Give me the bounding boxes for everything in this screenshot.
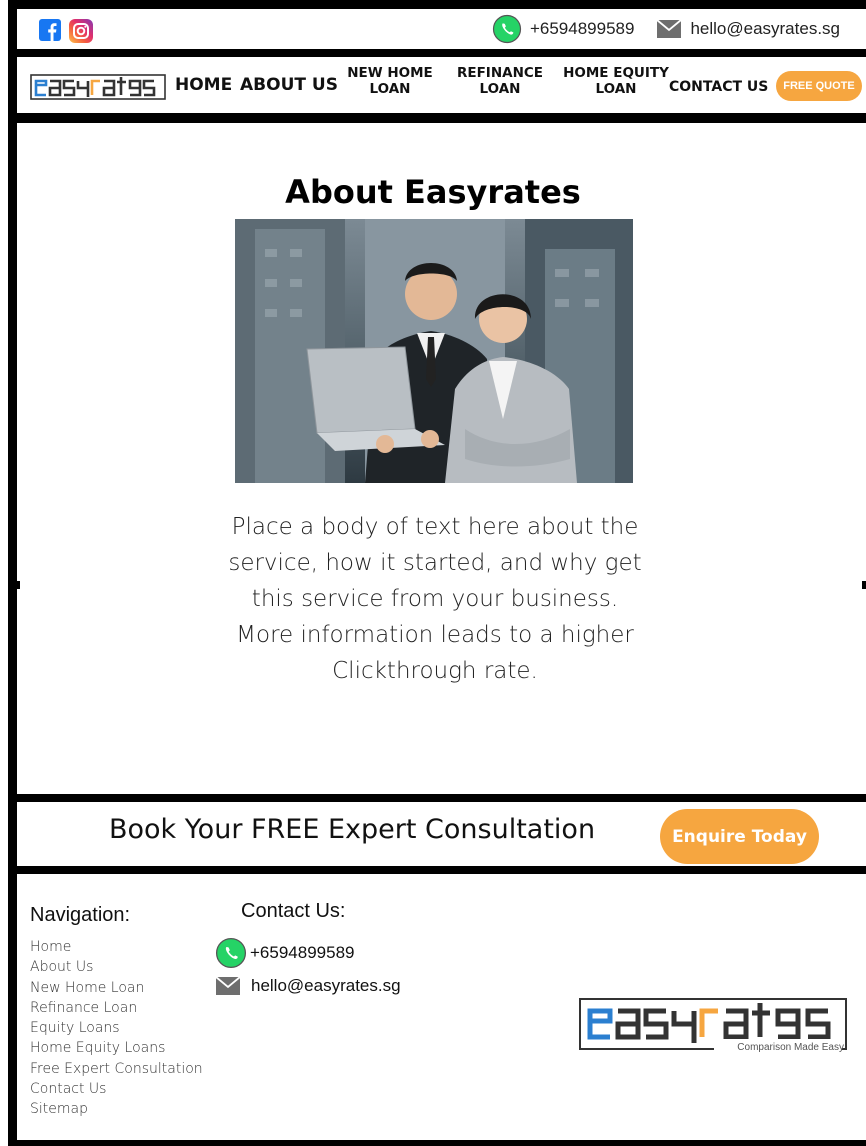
divider [8, 113, 866, 123]
nav-new-home-loan-line1: NEW HOME [347, 65, 433, 81]
footer-link-equity-loans[interactable]: Equity Loans [30, 1018, 203, 1038]
frame-tick [862, 581, 866, 589]
business-people-photo [235, 219, 633, 483]
footer-email-text[interactable]: hello@easyrates.sg [251, 976, 401, 996]
footer-link-contact-us[interactable]: Contact Us [30, 1079, 203, 1099]
easyrates-logo[interactable] [30, 73, 166, 101]
frame-tick [17, 581, 20, 589]
footer-link-sitemap[interactable]: Sitemap [30, 1099, 203, 1119]
whatsapp-icon[interactable] [492, 14, 522, 44]
divider [8, 49, 866, 57]
topbar-email[interactable]: hello@easyrates.sg [690, 19, 840, 39]
social-links [39, 19, 93, 43]
about-body-text: Place a body of text here about the serv… [228, 514, 642, 684]
main-nav: HOME ABOUT US NEW HOME LOAN REFINANCE LO… [17, 57, 866, 113]
page-frame-left [8, 0, 17, 1146]
top-bar: +6594899589 hello@easyrates.sg [17, 9, 866, 49]
page-frame-bottom [8, 1140, 866, 1146]
mail-icon [656, 19, 683, 38]
footer-navigation-title: Navigation: [30, 904, 131, 926]
consultation-text: Book Your FREE Expert Consultation [109, 814, 596, 845]
divider [8, 794, 866, 802]
logo-tagline: Comparison Made Easy [737, 1042, 844, 1053]
footer-email: hello@easyrates.sg [215, 976, 401, 996]
free-quote-button[interactable]: FREE QUOTE [776, 71, 862, 101]
nav-refinance-loan-line1: REFINANCE [456, 65, 544, 81]
nav-new-home-loan[interactable]: NEW HOME LOAN [340, 65, 440, 97]
mail-icon [215, 976, 241, 995]
nav-about-us[interactable]: ABOUT US [240, 75, 338, 96]
topbar-phone[interactable]: +6594899589 [530, 19, 634, 39]
footer-navigation-list: Home About Us New Home Loan Refinance Lo… [30, 937, 203, 1120]
page-frame-top [8, 0, 866, 9]
footer-link-home[interactable]: Home [30, 937, 203, 957]
nav-new-home-loan-line2: LOAN [369, 80, 411, 97]
footer-phone-text[interactable]: +6594899589 [250, 943, 354, 963]
instagram-icon[interactable] [69, 19, 93, 43]
nav-home-equity-loan-line2: LOAN [595, 80, 637, 97]
consultation-banner: Book Your FREE Expert Consultation Enqui… [17, 802, 866, 866]
nav-refinance-loan[interactable]: REFINANCE LOAN [450, 65, 550, 97]
footer-link-home-equity-loans[interactable]: Home Equity Loans [30, 1038, 203, 1058]
divider [8, 866, 866, 874]
footer-link-new-home-loan[interactable]: New Home Loan [30, 978, 203, 998]
footer-phone: +6594899589 [215, 937, 354, 969]
hero-image [235, 219, 633, 483]
topbar-contact: +6594899589 hello@easyrates.sg [492, 14, 840, 44]
footer-link-refinance-loan[interactable]: Refinance Loan [30, 998, 203, 1018]
footer-link-free-expert-consultation[interactable]: Free Expert Consultation [30, 1059, 203, 1079]
nav-contact-us[interactable]: CONTACT US [669, 79, 768, 95]
nav-home-equity-loan[interactable]: HOME EQUITY LOAN [560, 65, 672, 97]
nav-home-equity-loan-line1: HOME EQUITY [563, 65, 669, 81]
nav-refinance-loan-line2: LOAN [479, 80, 521, 97]
facebook-icon[interactable] [39, 19, 61, 41]
footer-contact-title: Contact Us: [241, 900, 346, 922]
nav-home[interactable]: HOME [175, 75, 232, 96]
page-title: About Easyrates [285, 173, 581, 211]
footer-link-about-us[interactable]: About Us [30, 957, 203, 977]
enquire-today-button[interactable]: Enquire Today [660, 809, 819, 864]
whatsapp-icon [215, 937, 247, 969]
easyrates-logo-large: Comparison Made Easy [579, 998, 847, 1053]
